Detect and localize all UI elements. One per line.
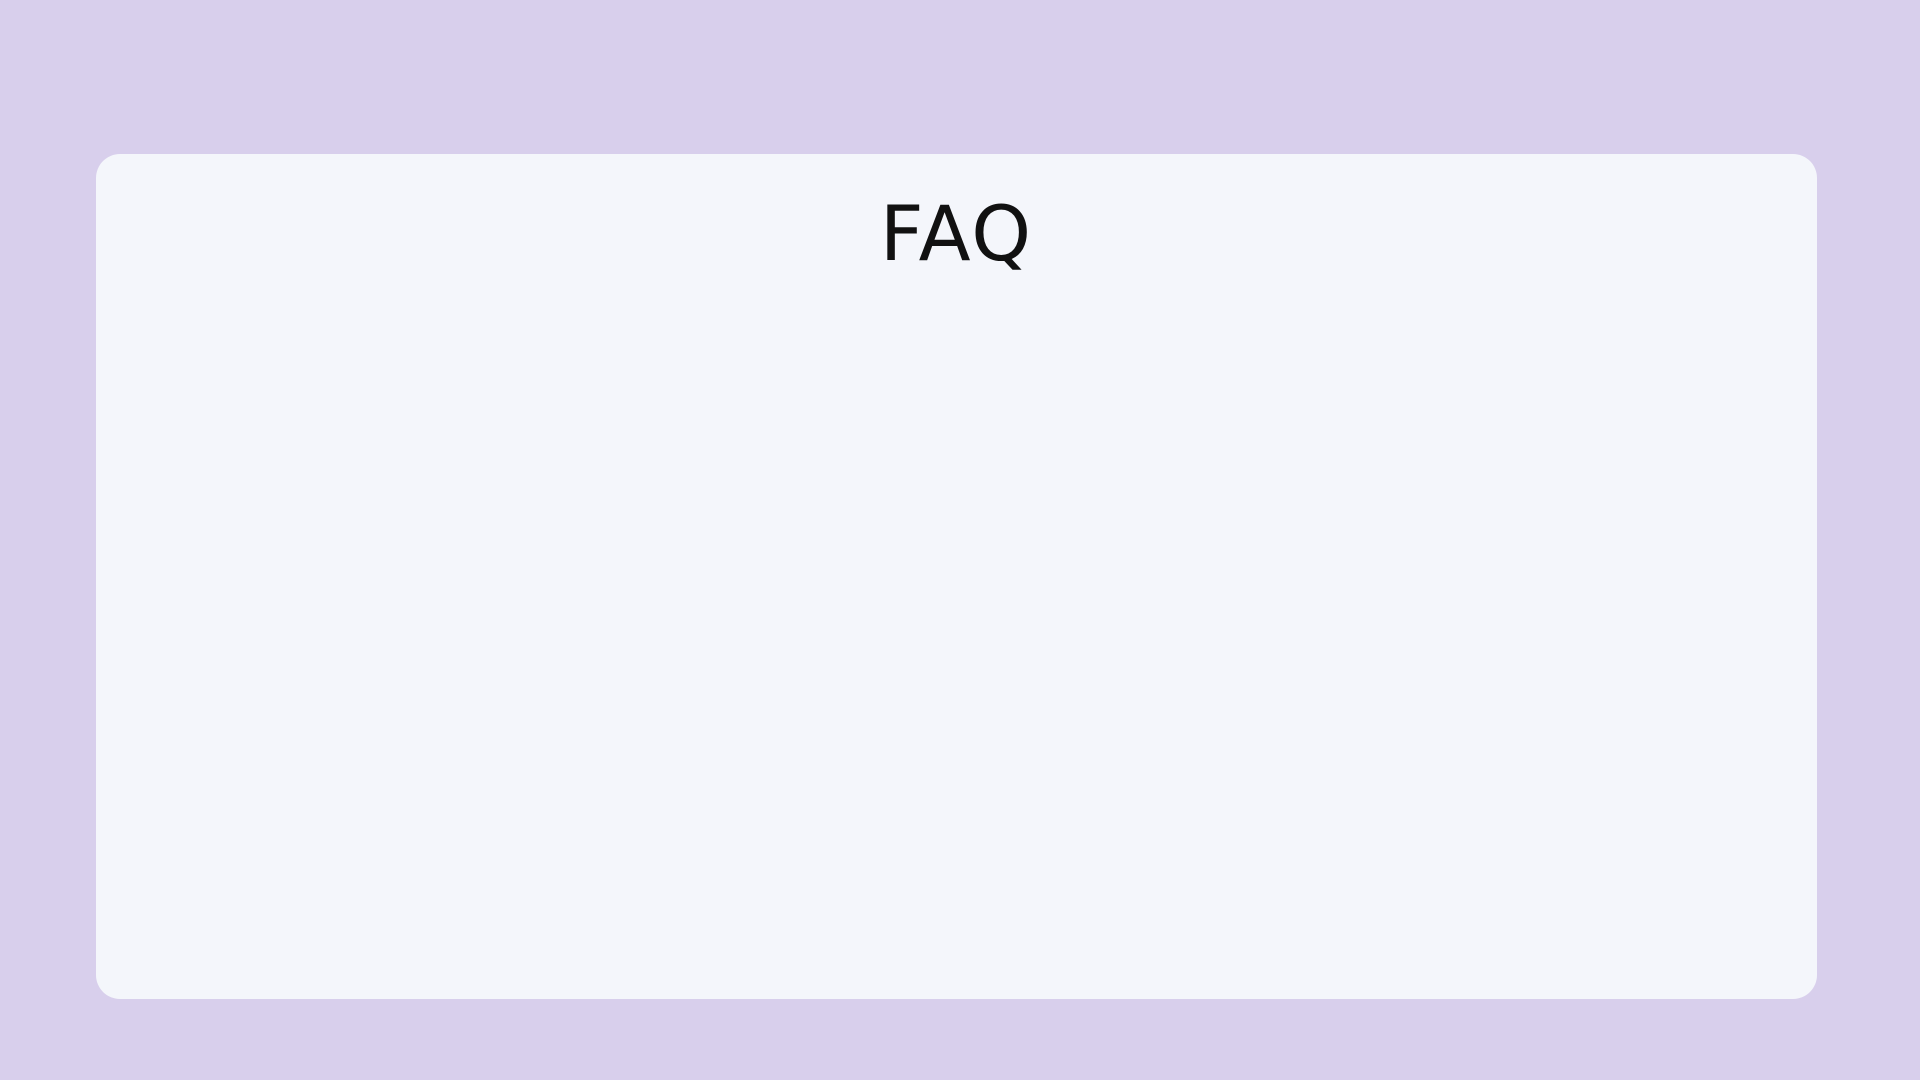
page-title: FAQ — [879, 189, 1034, 278]
faq-panel: FAQ — [96, 154, 1817, 999]
